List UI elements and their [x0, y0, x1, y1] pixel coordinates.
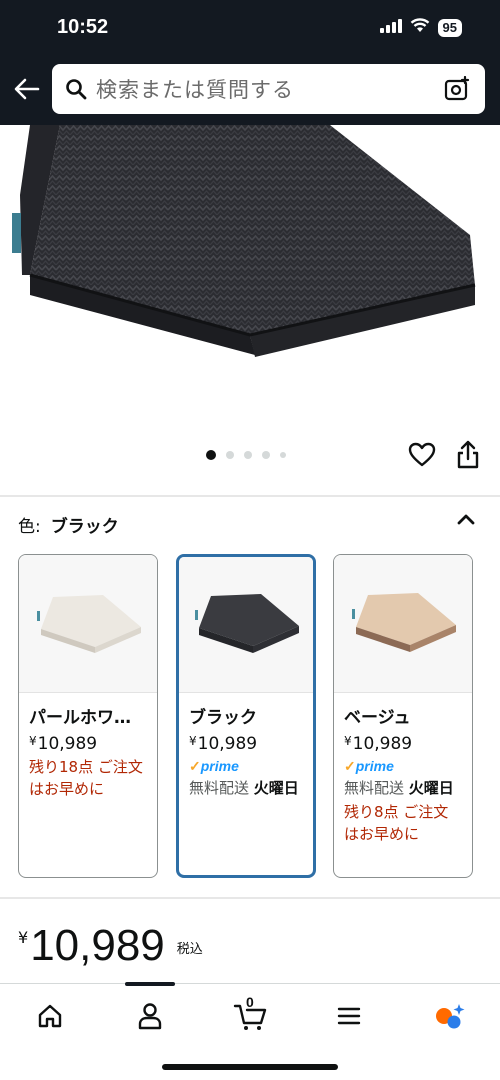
stock-warning: 残り8点 ご注文はお早めに	[344, 803, 449, 843]
bottom-nav: 0	[0, 982, 500, 1080]
heart-icon	[408, 442, 436, 467]
chevron-up-icon	[457, 514, 475, 525]
section-divider	[0, 495, 500, 497]
color-label-row: 色: ブラック	[18, 512, 119, 537]
price-amount: 10,989	[30, 921, 165, 970]
status-icons: 95	[379, 18, 462, 37]
prime-badge: ✓prime	[344, 758, 394, 774]
price-currency: ¥	[18, 928, 29, 947]
pager-dot[interactable]	[206, 450, 216, 460]
rufus-icon	[436, 1004, 465, 1029]
account-icon	[138, 1003, 162, 1030]
menu-icon	[337, 1007, 361, 1025]
shipping-info: 無料配送 火曜日	[189, 779, 299, 797]
color-label: 色:	[18, 517, 41, 537]
nav-home[interactable]	[25, 998, 75, 1034]
color-option-beige[interactable]: ベージュ ¥10,989 ✓prime 無料配送 火曜日 残り8点 ご注文はお早…	[333, 554, 473, 878]
nav-rufus[interactable]	[424, 998, 474, 1034]
back-button[interactable]	[12, 74, 42, 104]
color-option-black[interactable]: ブラック ¥10,989 ✓prime 無料配送 火曜日	[176, 554, 316, 878]
swatch-image	[19, 555, 157, 693]
share-button[interactable]	[456, 440, 482, 470]
battery-icon: 95	[437, 18, 462, 37]
option-name: パールホワ…	[29, 708, 131, 728]
color-selected-value: ブラック	[50, 517, 119, 537]
nav-account[interactable]	[125, 998, 175, 1034]
wishlist-button[interactable]	[408, 442, 436, 470]
option-price: ¥10,989	[344, 734, 413, 754]
search-bar[interactable]: 検索または質問する	[52, 64, 485, 114]
product-image[interactable]	[0, 125, 500, 435]
back-arrow-icon	[14, 78, 40, 100]
option-name: ブラック	[189, 708, 257, 728]
nav-cart[interactable]: 0	[225, 994, 275, 1034]
nav-active-indicator	[125, 982, 175, 986]
option-name: ベージュ	[344, 708, 411, 728]
section-divider	[0, 897, 500, 899]
pager-dot[interactable]	[262, 451, 270, 459]
stock-warning: 残り18点 ご注文はお早めに	[29, 758, 143, 798]
option-price: ¥10,989	[189, 734, 258, 754]
swatch-image	[179, 557, 313, 693]
color-option-pearl-white[interactable]: パールホワ… ¥10,989 残り18点 ご注文はお早めに	[18, 554, 158, 878]
cart-count: 0	[246, 994, 254, 1010]
pager-dot[interactable]	[226, 451, 234, 459]
status-time: 10:52	[57, 16, 109, 38]
shipping-info: 無料配送 火曜日	[344, 779, 454, 797]
search-input[interactable]: 検索または質問する	[96, 74, 443, 104]
swatch-image	[334, 555, 472, 693]
app-header: 10:52 95 検索または質問する	[0, 0, 500, 125]
home-indicator	[162, 1064, 338, 1070]
prime-badge: ✓prime	[189, 758, 239, 774]
share-icon	[457, 440, 479, 469]
search-icon	[64, 77, 88, 101]
camera-icon[interactable]	[443, 75, 471, 103]
product-price: ¥ 10,989 税込	[18, 920, 203, 972]
home-icon	[38, 1004, 62, 1028]
pager-dot[interactable]	[244, 451, 252, 459]
pager-dot[interactable]	[280, 452, 286, 458]
image-pager[interactable]	[206, 450, 286, 460]
nav-menu[interactable]	[324, 998, 374, 1034]
collapse-button[interactable]	[454, 508, 478, 532]
tax-note: 税込	[176, 942, 203, 957]
option-price: ¥10,989	[29, 734, 98, 754]
signal-icon	[379, 18, 402, 37]
wifi-icon	[410, 18, 430, 37]
